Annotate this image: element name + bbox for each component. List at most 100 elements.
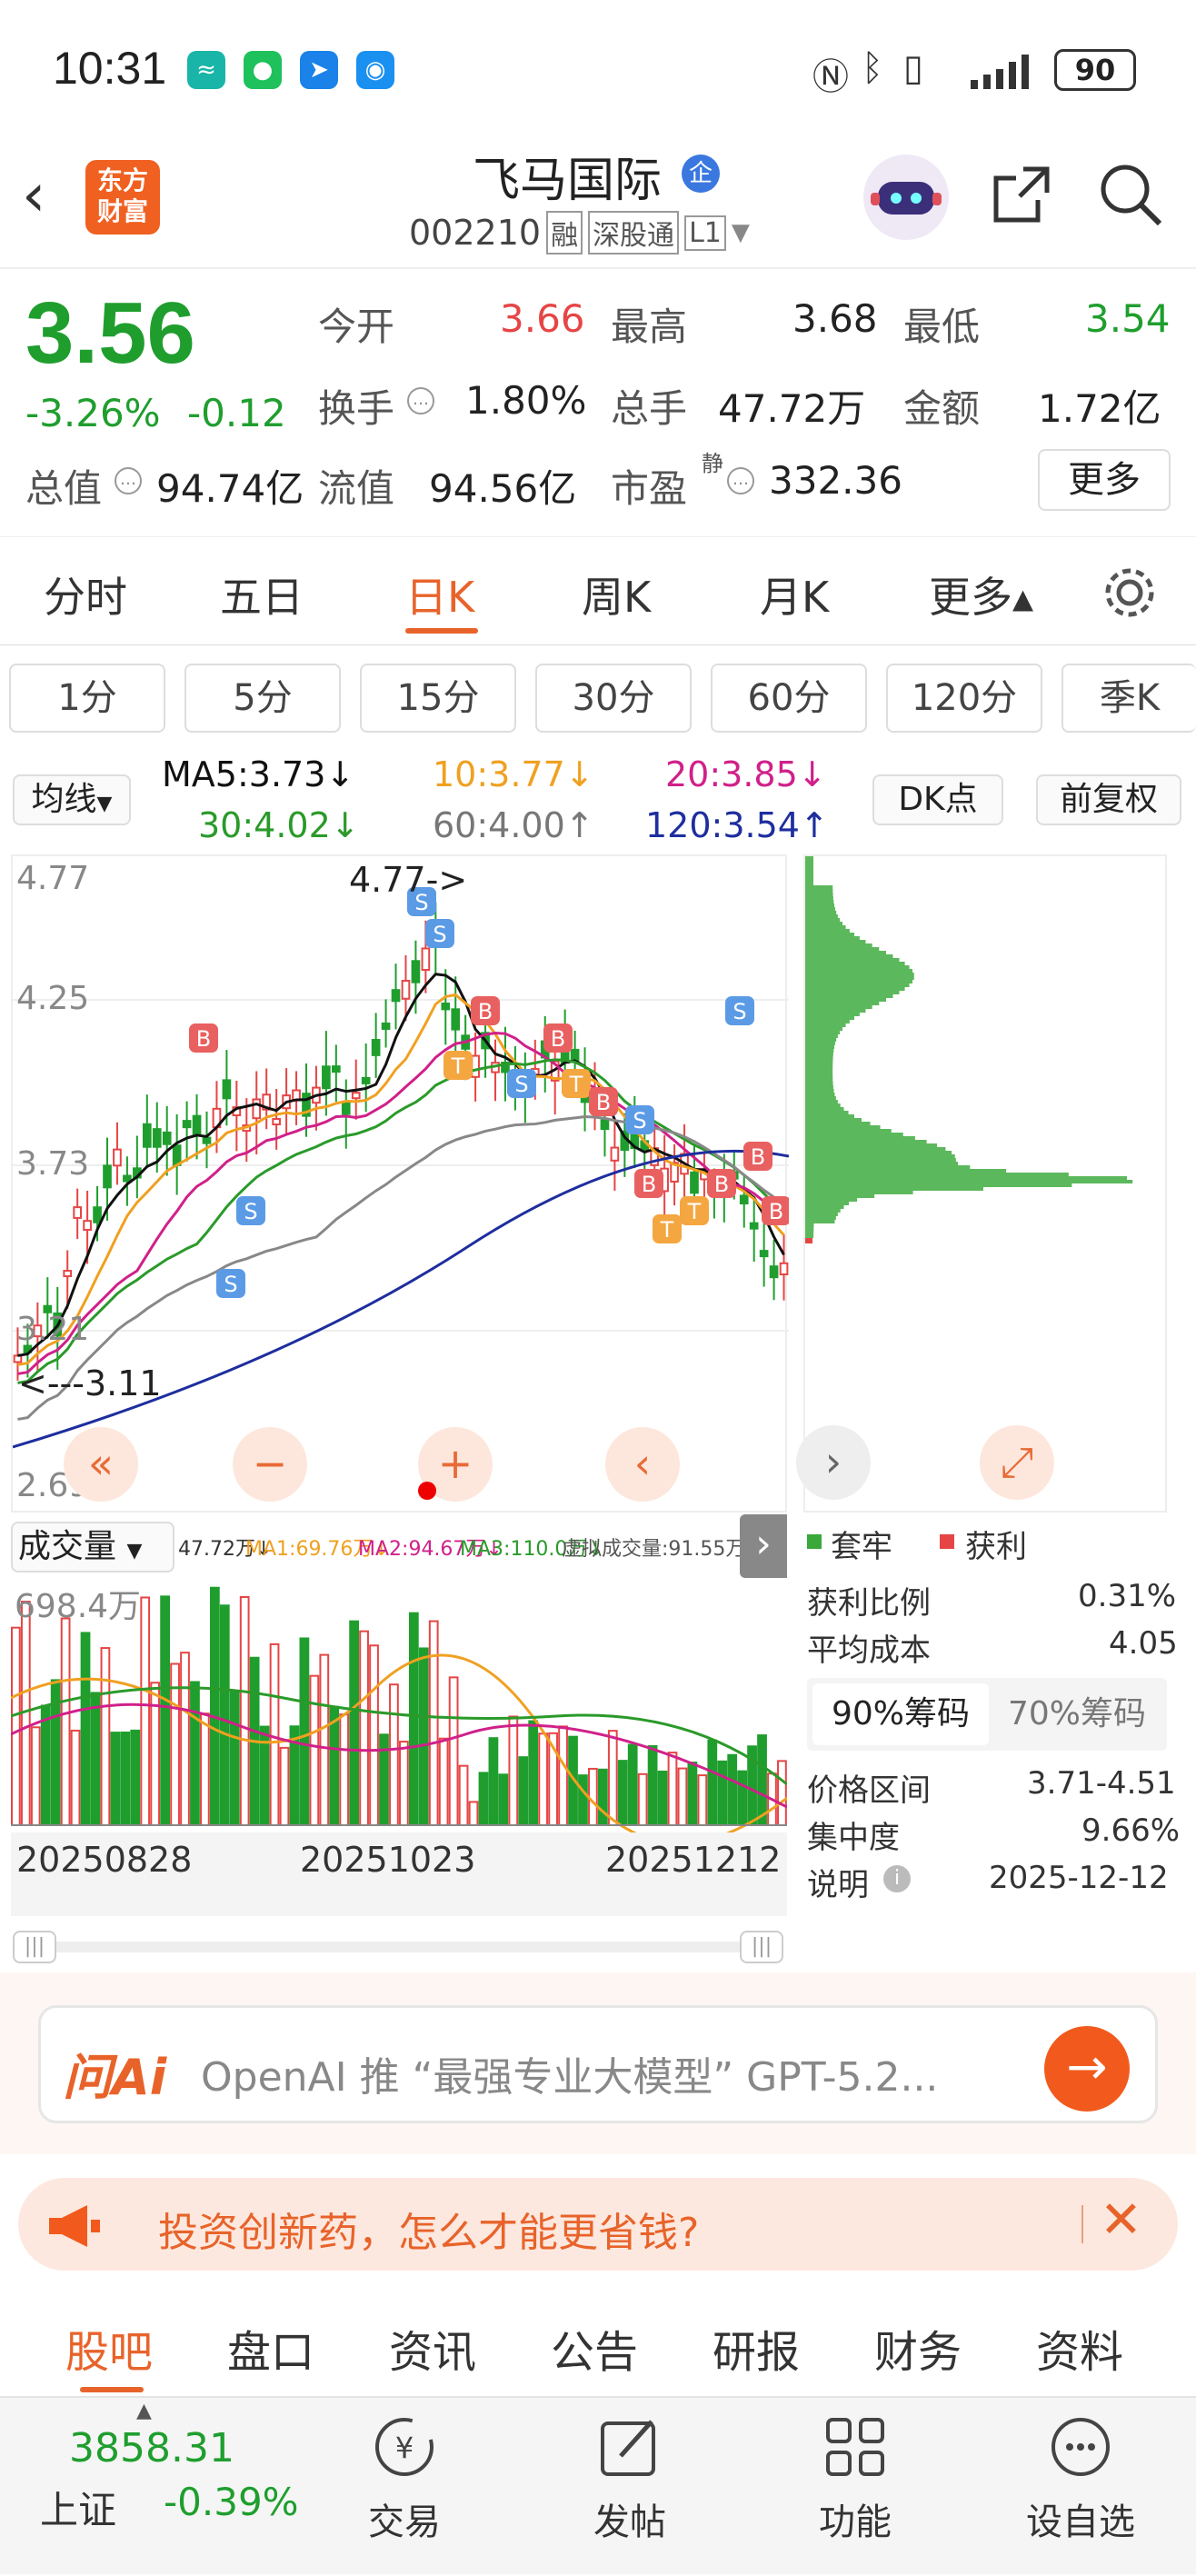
period-30min[interactable]: 30分 — [535, 664, 692, 733]
volume-chart[interactable]: 698.4万 20250828 20251023 20251212 — [10, 1580, 788, 1916]
tab-pankou[interactable]: 盘口 — [227, 2316, 314, 2380]
scrollbar-right-handle[interactable]: ||| — [740, 1931, 783, 1963]
info-icon[interactable]: … — [727, 467, 754, 494]
tab-news[interactable]: 资讯 — [389, 2316, 476, 2380]
assistant-avatar[interactable] — [863, 155, 949, 240]
kline-chart[interactable]: BSSSSBTSBTBSBTTBSBB 4.77 4.25 3.73 3.21 … — [11, 854, 789, 1513]
volume-bar — [468, 1801, 479, 1826]
stock-name: 飞马国际 — [473, 154, 663, 208]
volume-bar — [229, 1691, 240, 1827]
profit-legend-swatch — [940, 1534, 954, 1549]
chip-bar — [805, 1151, 952, 1154]
period-1min[interactable]: 1分 — [9, 664, 165, 733]
candle — [63, 1270, 73, 1278]
chip-bar — [805, 1158, 956, 1162]
scroll-right-button[interactable]: › — [796, 1425, 871, 1500]
tab-daily-k[interactable]: 日K — [405, 564, 474, 624]
ma-selector[interactable]: 均线▼ — [13, 774, 131, 825]
info-icon[interactable]: … — [115, 467, 142, 494]
turnover-label: 换手 — [318, 386, 395, 431]
edit-icon — [601, 2420, 655, 2476]
adjust-button[interactable]: 前复权 — [1036, 774, 1181, 825]
chip-bar — [805, 904, 835, 907]
trade-button[interactable]: ¥ 交易 — [345, 2398, 463, 2571]
chip-bar — [805, 896, 833, 900]
candle — [83, 1220, 92, 1232]
arrow-right-icon[interactable]: → — [1044, 2026, 1130, 2112]
stock-code-row[interactable]: 002210 融 深股通 L1 ▼ — [409, 211, 750, 255]
period-15min[interactable]: 15分 — [360, 664, 516, 733]
nfc-icon: Ⓝ — [812, 56, 849, 98]
volume-bar — [627, 1743, 638, 1827]
volume-bar — [508, 1715, 519, 1826]
period-60min[interactable]: 60分 — [711, 664, 867, 733]
volume-bar — [478, 1772, 489, 1827]
info-icon[interactable]: i — [883, 1865, 911, 1892]
candle — [411, 960, 421, 983]
tab-profile[interactable]: 资料 — [1036, 2316, 1123, 2380]
share-icon[interactable] — [987, 160, 1056, 233]
chip-bar — [805, 1009, 866, 1013]
tab-monthly-k[interactable]: 月K — [760, 564, 829, 624]
period-120min[interactable]: 120分 — [886, 664, 1042, 733]
volume-bar — [269, 1642, 280, 1827]
back-button[interactable]: ‹ — [22, 160, 45, 230]
settings-gear-icon[interactable] — [1100, 563, 1160, 626]
info-icon[interactable]: … — [407, 387, 434, 414]
chip-tab-70[interactable]: 70%筹码 — [989, 1683, 1165, 1745]
close-icon[interactable]: ✕ — [1100, 2191, 1142, 2250]
signal-icon — [971, 53, 1043, 93]
more-button[interactable]: 更多 — [1038, 449, 1171, 511]
tab-guba[interactable]: 股吧 — [65, 2316, 153, 2380]
tab-more[interactable]: 更多▴ — [929, 564, 1033, 624]
volume-bar — [647, 1745, 658, 1827]
chip-bar-profit — [805, 1238, 812, 1243]
index-widget[interactable]: ▲ 3858.31 上证 -0.39% — [0, 2398, 299, 2576]
scroll-left-button[interactable]: ‹ — [605, 1427, 680, 1502]
promo-banner[interactable]: 投资创新药，怎么才能更省钱? ✕ — [18, 2178, 1178, 2271]
change-percent: -3.26% — [25, 391, 161, 435]
range-scrollbar[interactable]: ||| ||| — [13, 1931, 783, 1963]
volume-selector[interactable]: 成交量 ▼ — [11, 1522, 174, 1573]
volume-bar — [100, 1647, 111, 1826]
fullscreen-expand-icon[interactable]: ⤢ — [980, 1425, 1054, 1500]
tag-margin: 融 — [546, 211, 583, 255]
tab-intraday[interactable]: 分时 — [44, 564, 127, 624]
chip-bar — [805, 893, 833, 896]
chip-bar — [805, 1187, 983, 1191]
candle — [351, 1092, 361, 1100]
chip-bar — [805, 1013, 860, 1016]
tab-finance[interactable]: 财务 — [874, 2316, 962, 2380]
volume-bar — [757, 1734, 767, 1826]
search-icon[interactable] — [1096, 160, 1165, 233]
chip-bar — [805, 1227, 814, 1231]
signal-marker-letter: S — [224, 1272, 237, 1297]
volume-bar — [538, 1732, 549, 1826]
dk-point-button[interactable]: DK点 — [872, 774, 1003, 825]
tab-five-day[interactable]: 五日 — [220, 564, 304, 624]
market-cap-label: 总值 — [25, 466, 103, 511]
chip-tab-90[interactable]: 90%筹码 — [812, 1683, 989, 1745]
tab-announcements[interactable]: 公告 — [551, 2316, 638, 2380]
chip-bar — [805, 874, 814, 878]
chip-bar — [805, 1231, 814, 1234]
functions-button[interactable]: 功能 — [796, 2398, 914, 2571]
add-watchlist-button[interactable]: 设自选 — [1012, 2398, 1149, 2571]
banner-divider — [1081, 2205, 1083, 2243]
post-button[interactable]: 发帖 — [571, 2398, 689, 2571]
scrollbar-left-handle[interactable]: ||| — [13, 1931, 56, 1963]
fast-back-button[interactable]: « — [64, 1427, 138, 1502]
zoom-out-button[interactable]: − — [233, 1427, 307, 1502]
period-quarter[interactable]: 季K — [1061, 664, 1196, 733]
expand-panel-button[interactable]: › — [740, 1514, 787, 1578]
tab-weekly-k[interactable]: 周K — [582, 564, 651, 624]
period-5min[interactable]: 5分 — [184, 664, 341, 733]
ai-prompt-bar[interactable]: 问Ai OpenAI 推 “最强专业大模型” GPT-5.2... → — [38, 2005, 1158, 2123]
tab-research[interactable]: 研报 — [713, 2316, 800, 2380]
y-axis-top: 4.77 — [16, 860, 90, 897]
chip-bar — [805, 1234, 814, 1238]
candle — [471, 1054, 480, 1078]
chip-bar — [805, 969, 912, 973]
market-cap-value: 94.74亿 — [156, 466, 304, 511]
volume-bar — [687, 1762, 698, 1826]
